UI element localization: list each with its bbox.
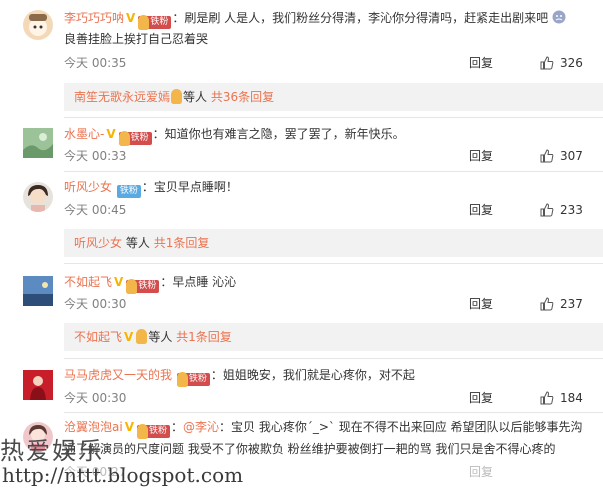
comment-text: ：宝贝 我心疼你´_>` 现在不得不出来回应 希望团队以后能够事先沟	[219, 420, 583, 434]
subreply-bar[interactable]: 南笙无歌永远爱嫣 等人 共36条回复	[64, 83, 603, 111]
comment-line: 听风少女 铁粉 ：宝贝早点睡啊！	[64, 178, 238, 198]
like-button[interactable]: 184	[540, 390, 583, 406]
subreply-name[interactable]: 不如起飞	[74, 330, 122, 344]
avatar[interactable]	[23, 370, 53, 400]
like-button[interactable]: 326	[540, 55, 583, 71]
comment-time: 今天 00:30	[64, 391, 127, 405]
reply-button[interactable]: 回复	[469, 390, 493, 406]
avatar[interactable]	[23, 182, 53, 212]
subreply-bar[interactable]: 不如起飞 V 等人 共1条回复	[64, 323, 603, 351]
watermark-url: http://nttt.blogspot.com	[2, 463, 244, 487]
fan-crown-icon	[138, 15, 150, 30]
like-count: 326	[560, 56, 583, 70]
like-button[interactable]: 307	[540, 148, 583, 164]
comment-text: ：姐姐晚安，我们就是心疼你，对不起	[210, 368, 415, 382]
fan-badge[interactable]: 铁粉	[176, 372, 210, 387]
comment-line: 水墨心- V 铁粉 ：知道你也有难言之隐，罢了罢了，新年快乐。	[64, 125, 405, 146]
thumbs-up-icon	[540, 297, 554, 311]
divider	[64, 117, 603, 118]
subreply-name[interactable]: 听风少女	[74, 236, 122, 250]
fan-badge[interactable]: 铁粉	[116, 185, 141, 198]
like-button[interactable]: 233	[540, 202, 583, 218]
fan-badge[interactable]: 铁粉	[118, 131, 152, 146]
fan-crown-icon	[118, 131, 130, 146]
subreply-mid: 等人	[148, 330, 173, 344]
mention-link[interactable]: @李沁	[183, 420, 219, 434]
comment-line: 不如起飞 V 铁粉 ：早点睡 沁沁	[64, 273, 237, 294]
fan-badge	[171, 89, 183, 104]
subreply-link[interactable]: 共1条回复	[176, 330, 232, 344]
comment-text: ：宝贝早点睡啊！	[141, 180, 238, 194]
vip-v-icon: V	[124, 330, 134, 344]
vip-v-icon: V	[124, 420, 134, 434]
subreply-name[interactable]: 南笙无歌永远爱嫣	[74, 90, 170, 104]
commenter-name[interactable]: 沧翼泡泡ai	[64, 420, 123, 434]
comment-text: ：早点睡 沁沁	[160, 275, 237, 289]
fan-crown-icon	[126, 279, 138, 294]
divider	[64, 171, 603, 172]
subreply-link[interactable]: 共36条回复	[211, 90, 274, 104]
divider	[64, 412, 603, 413]
avatar[interactable]	[23, 128, 53, 158]
commenter-name[interactable]: 水墨心-	[64, 127, 104, 141]
comment-text: ：知道你也有难言之隐，罢了罢了，新年快乐。	[152, 127, 405, 141]
reply-button[interactable]: 回复	[469, 464, 493, 480]
like-count: 237	[560, 297, 583, 311]
divider	[64, 358, 603, 359]
like-count: 307	[560, 149, 583, 163]
fan-crown-icon	[176, 372, 188, 387]
fan-badge[interactable]: 铁粉	[138, 15, 172, 30]
comment-line: 李巧巧巧呐 V 铁粉 ：刷是刷 人是人，我们粉丝分得清，李沁你分得清吗，赶紧走出剧来吧	[64, 9, 566, 30]
reply-button[interactable]: 回复	[469, 55, 493, 71]
like-count: 233	[560, 203, 583, 217]
subreply-mid: 等人	[125, 236, 150, 250]
commenter-name[interactable]: 马马虎虎又一天的我	[64, 368, 172, 382]
comment-line: 沧翼泡泡ai V 铁粉 ：@李沁：宝贝 我心疼你´_>` 现在不得不出来回应 希望团队…	[64, 418, 583, 439]
watermark-title: 热爱娱乐	[0, 437, 104, 465]
subreply-link[interactable]: 共1条回复	[154, 236, 210, 250]
commenter-name[interactable]: 李巧巧巧呐	[64, 11, 124, 25]
thumbs-up-icon	[540, 203, 554, 217]
like-button[interactable]: 237	[540, 296, 583, 312]
reply-button[interactable]: 回复	[469, 296, 493, 312]
reply-button[interactable]: 回复	[469, 202, 493, 218]
comment-time: 今天 00:45	[64, 203, 127, 217]
comment-line: 马马虎虎又一天的我 铁粉 ：姐姐晚安，我们就是心疼你，对不起	[64, 366, 415, 387]
comment-text: ：刷是刷 人是人，我们粉丝分得清，李沁你分得清吗，赶紧走出剧来吧	[172, 11, 549, 25]
commenter-name[interactable]: 不如起飞	[64, 275, 112, 289]
comment-time: 今天 00:30	[64, 297, 127, 311]
subreply-bar[interactable]: 听风少女 等人 共1条回复	[64, 229, 603, 257]
avatar[interactable]	[23, 276, 53, 306]
thumbs-up-icon	[540, 56, 554, 70]
subreply-mid: 等人	[183, 90, 208, 104]
vip-v-icon: V	[126, 11, 136, 25]
thumbs-up-icon	[540, 149, 554, 163]
vip-v-icon: V	[114, 275, 124, 289]
reply-button[interactable]: 回复	[469, 148, 493, 164]
avatar[interactable]	[23, 10, 53, 40]
comment-text-continued: 良善挂脸上挨打自己忍着哭	[64, 32, 209, 46]
comment-time: 今天 00:33	[64, 149, 127, 163]
fan-crown-icon	[171, 89, 183, 104]
emoji-icon	[552, 10, 566, 24]
fan-badge[interactable]: 铁粉	[126, 279, 160, 294]
fan-crown-icon	[136, 329, 148, 344]
like-count: 184	[560, 391, 583, 405]
thumbs-up-icon	[540, 391, 554, 405]
watermark: 热爱娱乐 http://nttt.blogspot.com	[0, 437, 244, 491]
comment-time: 今天 00:35	[64, 56, 127, 70]
divider	[64, 263, 603, 264]
fan-badge	[136, 329, 148, 344]
commenter-name[interactable]: 听风少女	[64, 180, 112, 194]
vip-v-icon: V	[106, 127, 116, 141]
